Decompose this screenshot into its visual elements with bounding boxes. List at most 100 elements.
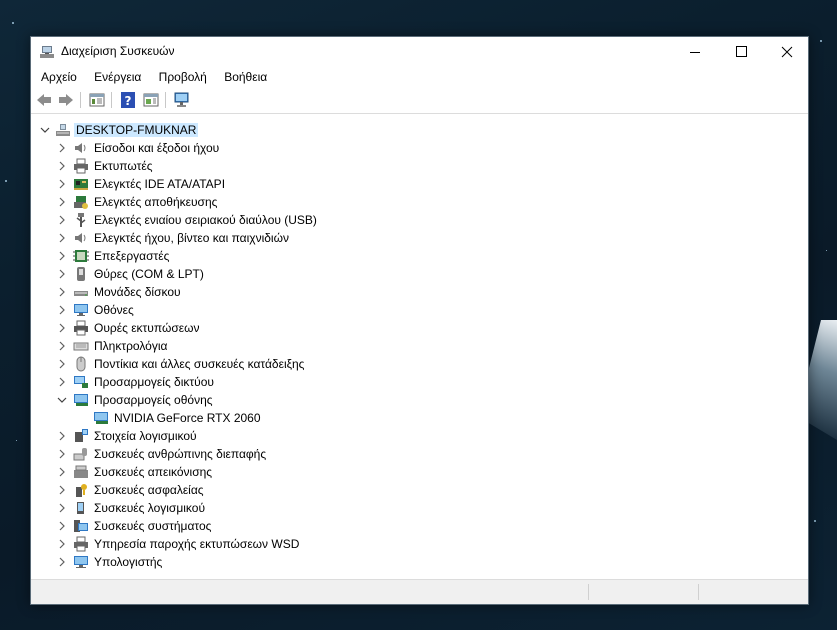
- printer-icon: [74, 158, 88, 174]
- chevron-right-icon[interactable]: [57, 215, 67, 225]
- close-icon: [781, 46, 793, 58]
- tree-category-label: Προσαρμογείς οθόνης: [94, 393, 213, 407]
- tree-category[interactable]: Συσκευές συστήματος: [32, 517, 807, 535]
- title-bar[interactable]: Διαχείριση Συσκευών: [31, 37, 808, 67]
- storage-controller-icon: [74, 196, 88, 209]
- chevron-right-icon[interactable]: [57, 161, 67, 171]
- tree-category[interactable]: Επεξεργαστές: [32, 247, 807, 265]
- tree-category-label: Συσκευές λογισμικού: [94, 501, 205, 515]
- chevron-right-icon[interactable]: [57, 341, 67, 351]
- tree-category[interactable]: Είσοδοι και έξοδοι ήχου: [32, 139, 807, 157]
- disk-drive-icon: [74, 291, 88, 296]
- chevron-right-icon[interactable]: [57, 557, 67, 567]
- tree-category[interactable]: Ελεγκτές αποθήκευσης: [32, 193, 807, 211]
- tree-category-label: Εκτυπωτές: [94, 159, 153, 173]
- menu-file[interactable]: Αρχείο: [34, 67, 84, 87]
- device-tree[interactable]: DESKTOP-FMUKNAR Είσοδοι και έξοδοι ήχου Ε…: [32, 115, 807, 580]
- chevron-right-icon[interactable]: [57, 251, 67, 261]
- tree-category[interactable]: Προσαρμογείς δικτύου: [32, 373, 807, 391]
- minimize-button[interactable]: [672, 37, 718, 67]
- tree-category-label: Συσκευές συστήματος: [94, 519, 212, 533]
- tree-category[interactable]: Συσκευές ασφαλείας: [32, 481, 807, 499]
- tree-category[interactable]: Ελεγκτές IDE ATA/ATAPI: [32, 175, 807, 193]
- close-button[interactable]: [764, 37, 810, 67]
- chevron-right-icon[interactable]: [57, 503, 67, 513]
- tree-category-label: Οθόνες: [94, 303, 134, 317]
- tree-category-label: Συσκευές ανθρώπινης διεπαφής: [94, 447, 267, 461]
- security-key-icon: [76, 484, 87, 497]
- tree-category[interactable]: Μονάδες δίσκου: [32, 283, 807, 301]
- chevron-right-icon[interactable]: [57, 521, 67, 531]
- tree-category[interactable]: Στοιχεία λογισμικού: [32, 427, 807, 445]
- view-icon[interactable]: [142, 91, 160, 109]
- tree-category[interactable]: Ελεγκτές ενιαίου σειριακού διαύλου (USB): [32, 211, 807, 229]
- tree-category[interactable]: Υπολογιστής: [32, 553, 807, 571]
- chevron-right-icon[interactable]: [57, 269, 67, 279]
- chevron-right-icon[interactable]: [57, 467, 67, 477]
- chevron-right-icon[interactable]: [57, 179, 67, 189]
- chevron-right-icon[interactable]: [57, 449, 67, 459]
- tree-category[interactable]: Συσκευές λογισμικού: [32, 499, 807, 517]
- cpu-icon: [73, 250, 89, 262]
- tree-device-label: NVIDIA GeForce RTX 2060: [114, 411, 261, 425]
- menu-view[interactable]: Προβολή: [152, 67, 214, 87]
- port-icon: [77, 267, 85, 281]
- help-icon[interactable]: ?: [119, 91, 137, 109]
- tree-category[interactable]: Εκτυπωτές: [32, 157, 807, 175]
- tree-root[interactable]: DESKTOP-FMUKNAR: [32, 121, 807, 139]
- chevron-right-icon[interactable]: [57, 485, 67, 495]
- display-adapter-icon: [74, 394, 88, 406]
- chevron-right-icon[interactable]: [57, 305, 67, 315]
- tree-category-label: Μονάδες δίσκου: [94, 285, 181, 299]
- tree-category[interactable]: Οθόνες: [32, 301, 807, 319]
- chevron-right-icon[interactable]: [57, 323, 67, 333]
- chevron-right-icon[interactable]: [57, 143, 67, 153]
- properties-icon[interactable]: [88, 91, 106, 109]
- imaging-device-icon: [74, 465, 88, 478]
- chevron-right-icon[interactable]: [57, 359, 67, 369]
- tree-category-label: Συσκευές απεικόνισης: [94, 465, 213, 479]
- tree-category-label: Επεξεργαστές: [94, 249, 170, 263]
- chevron-right-icon[interactable]: [57, 287, 67, 297]
- tree-category-label: Υπολογιστής: [94, 555, 163, 569]
- forward-arrow-icon[interactable]: [57, 91, 75, 109]
- scan-hardware-icon[interactable]: [173, 91, 191, 109]
- tree-device[interactable]: NVIDIA GeForce RTX 2060: [32, 409, 807, 427]
- tree-category-label: Ποντίκια και άλλες συσκευές κατάδειξης: [94, 357, 305, 371]
- maximize-button[interactable]: [718, 37, 764, 67]
- chevron-right-icon[interactable]: [57, 233, 67, 243]
- chevron-right-icon[interactable]: [57, 431, 67, 441]
- chevron-down-icon[interactable]: [57, 395, 67, 405]
- back-arrow-icon[interactable]: [35, 91, 53, 109]
- computer-name: DESKTOP-FMUKNAR: [74, 123, 199, 137]
- usb-icon: [76, 213, 86, 227]
- tree-category-label: Είσοδοι και έξοδοι ήχου: [94, 141, 220, 155]
- software-device-icon: [77, 502, 84, 514]
- tree-category[interactable]: Συσκευές απεικόνισης: [32, 463, 807, 481]
- window-title: Διαχείριση Συσκευών: [61, 44, 175, 58]
- tree-category-label: Ελεγκτές ήχου, βίντεο και παιχνιδιών: [94, 231, 289, 245]
- keyboard-icon: [73, 342, 89, 351]
- tree-category-label: Ουρές εκτυπώσεων: [94, 321, 200, 335]
- computer-icon: [74, 556, 88, 568]
- tree-category[interactable]: Υπηρεσία παροχής εκτυπώσεων WSD: [32, 535, 807, 553]
- tree-category[interactable]: Συσκευές ανθρώπινης διεπαφής: [32, 445, 807, 463]
- tree-category[interactable]: Πληκτρολόγια: [32, 337, 807, 355]
- tree-category[interactable]: Ελεγκτές ήχου, βίντεο και παιχνιδιών: [32, 229, 807, 247]
- menu-action[interactable]: Ενέργεια: [87, 67, 148, 87]
- menu-help[interactable]: Βοήθεια: [217, 67, 274, 87]
- speaker-icon: [75, 233, 86, 243]
- chevron-right-icon[interactable]: [57, 197, 67, 207]
- tree-category-label: Στοιχεία λογισμικού: [94, 429, 197, 443]
- tree-category[interactable]: Ουρές εκτυπώσεων: [32, 319, 807, 337]
- hid-icon: [73, 448, 87, 461]
- chevron-right-icon[interactable]: [57, 377, 67, 387]
- chevron-down-icon[interactable]: [40, 125, 50, 135]
- tree-category[interactable]: Προσαρμογείς οθόνης: [32, 391, 807, 409]
- tree-category[interactable]: Θύρες (COM & LPT): [32, 265, 807, 283]
- chevron-right-icon[interactable]: [57, 539, 67, 549]
- mouse-icon: [76, 356, 86, 372]
- tree-category[interactable]: Ποντίκια και άλλες συσκευές κατάδειξης: [32, 355, 807, 373]
- system-device-icon: [74, 520, 88, 532]
- computer-icon: [56, 124, 70, 136]
